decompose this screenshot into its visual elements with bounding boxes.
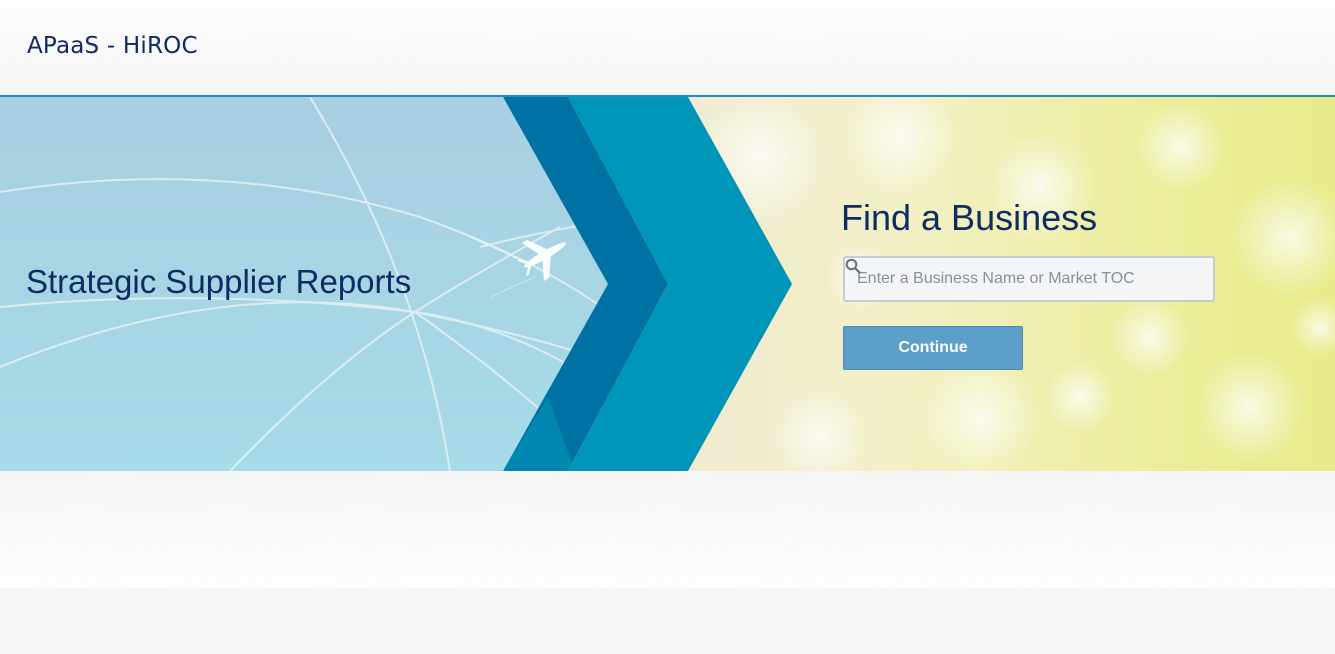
app-title: APaaS - HiROC — [27, 33, 198, 59]
content-band — [0, 471, 1335, 588]
business-search-input[interactable] — [845, 258, 1183, 300]
continue-button[interactable]: Continue — [843, 326, 1023, 370]
top-header: APaaS - HiROC — [0, 0, 1335, 97]
footer-area — [0, 588, 1335, 654]
business-search-field[interactable] — [843, 256, 1215, 302]
hero-title: Strategic Supplier Reports — [26, 263, 412, 300]
hero-banner: Strategic Supplier Reports Find a Busine… — [0, 97, 1335, 471]
find-business-title: Find a Business — [841, 197, 1098, 238]
search-icon[interactable] — [845, 258, 1201, 288]
